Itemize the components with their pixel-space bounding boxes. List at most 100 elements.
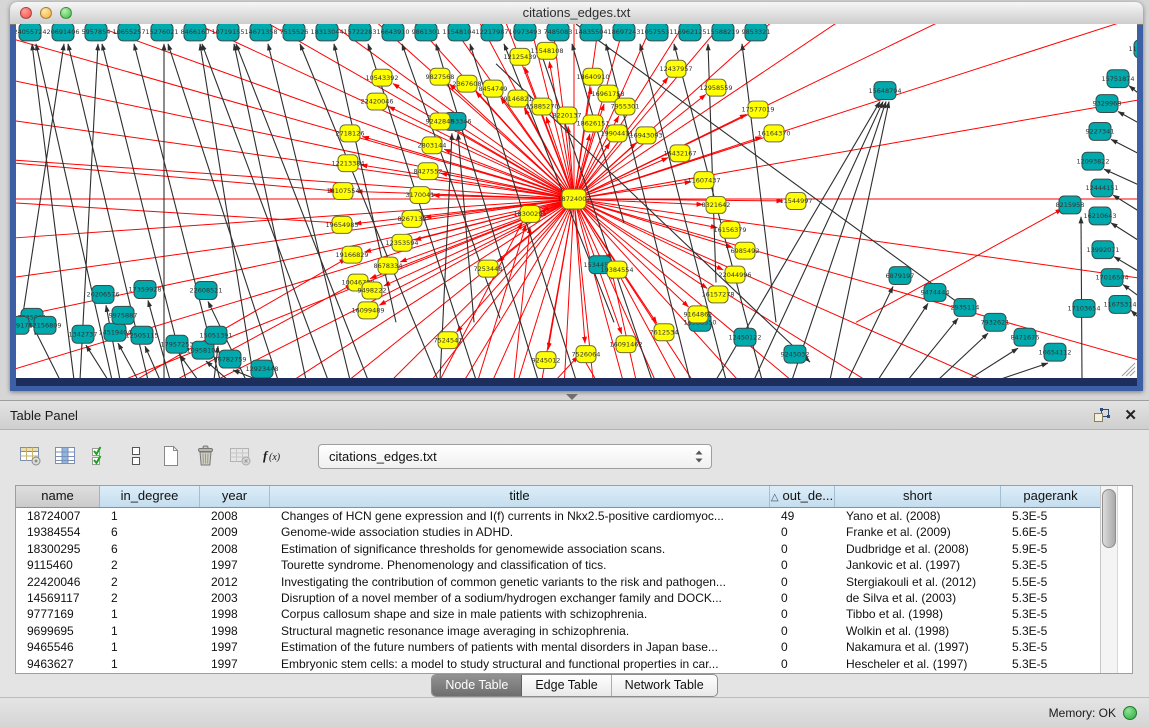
graph-node[interactable]: 11544997 — [779, 193, 812, 210]
graph-node[interactable]: 12353594 — [385, 234, 418, 251]
graph-node[interactable]: 18724007 — [557, 189, 590, 209]
import-table-button-disabled[interactable] — [226, 442, 256, 470]
tab-network-table[interactable]: Network Table — [612, 675, 717, 696]
graph-node[interactable]: 9853321 — [742, 24, 771, 41]
table-settings-button[interactable] — [16, 442, 46, 470]
graph-node[interactable]: 16156379 — [713, 221, 746, 238]
graph-node[interactable]: 8471676 — [1011, 328, 1040, 346]
graph-node[interactable]: 15588219 — [706, 24, 739, 41]
graph-node[interactable]: 18697243 — [607, 24, 640, 41]
graph-node[interactable]: 15722283 — [343, 24, 376, 41]
float-panel-icon[interactable] — [1093, 408, 1110, 423]
graph-node[interactable]: 15648794 — [868, 82, 901, 100]
graph-node[interactable]: 16099489 — [351, 302, 384, 319]
graph-node[interactable]: 5957854 — [82, 24, 111, 41]
graph-node[interactable]: 16164370 — [757, 125, 790, 142]
graph-node[interactable]: 12450122 — [728, 328, 761, 346]
show-columns-button[interactable] — [51, 442, 81, 470]
graph-node[interactable]: 7515526 — [280, 24, 309, 41]
column-header-title[interactable]: title — [270, 486, 770, 507]
network-window-titlebar[interactable]: citations_edges.txt — [10, 2, 1143, 25]
table-row[interactable]: 1830029562008Estimation of significance … — [16, 541, 1101, 557]
graph-node[interactable]: 9245012 — [532, 352, 561, 369]
graph-node[interactable]: 9975887 — [109, 306, 138, 324]
scrollbar-thumb[interactable] — [1102, 489, 1116, 548]
graph-node[interactable]: 9827568 — [426, 68, 455, 85]
graph-node[interactable]: 14671358 — [244, 24, 277, 41]
graph-node[interactable]: 10719155 — [211, 24, 244, 41]
graph-node[interactable]: 24055724 — [16, 24, 47, 41]
graph-node[interactable]: 18640910 — [576, 68, 609, 85]
close-panel-icon[interactable]: ✕ — [1124, 401, 1137, 430]
table-row[interactable]: 1872400712008Changes of HCN gene express… — [16, 508, 1101, 524]
graph-node[interactable]: 17103654 — [1067, 299, 1100, 317]
graph-node[interactable]: 9474444 — [921, 284, 950, 302]
graph-node[interactable]: 9861301 — [412, 24, 441, 41]
graph-node[interactable]: 13992071 — [1086, 241, 1119, 259]
graph-node[interactable]: 18107554 — [326, 183, 359, 200]
graph-node[interactable]: 12437957 — [659, 60, 692, 77]
graph-node[interactable]: 2935114 — [951, 298, 980, 316]
table-row[interactable]: 946362711997Embryonic stem cells: a mode… — [16, 656, 1101, 672]
new-table-button[interactable] — [156, 442, 186, 470]
graph-node[interactable]: 15751874 — [1101, 70, 1134, 88]
graph-node[interactable]: 20691406 — [46, 24, 79, 41]
column-header-name[interactable]: name — [16, 486, 100, 507]
memory-status-indicator[interactable] — [1123, 706, 1137, 720]
graph-node[interactable]: 7526064 — [572, 346, 601, 363]
table-row[interactable]: 969969511998Structural magnetic resonanc… — [16, 623, 1101, 639]
table-selector-dropdown[interactable]: citations_edges.txt — [318, 444, 712, 469]
table-row[interactable]: 2242004622012Investigating the contribut… — [16, 574, 1101, 590]
column-header-year[interactable]: year — [200, 486, 270, 507]
graph-node[interactable]: 2367608 — [453, 75, 482, 92]
graph-node[interactable]: 11173401 — [1128, 40, 1137, 58]
graph-node[interactable]: 16432167 — [663, 145, 696, 162]
graph-node[interactable]: 10654112 — [1038, 343, 1071, 361]
table-vertical-scrollbar[interactable] — [1100, 486, 1117, 673]
graph-node[interactable]: 12217987 — [475, 24, 508, 41]
graph-node[interactable]: 9227341 — [1086, 122, 1115, 140]
graph-node[interactable]: 17016504 — [1095, 269, 1128, 287]
table-row[interactable]: 1456911722003Disruption of a novel membe… — [16, 590, 1101, 606]
graph-node[interactable]: 7485083 — [544, 24, 573, 41]
tab-node-table[interactable]: Node Table — [432, 675, 522, 696]
column-header-out_de[interactable]: △out_de... — [770, 486, 835, 507]
graph-node[interactable]: 18313044 — [310, 24, 343, 41]
delete-table-button[interactable] — [191, 442, 221, 470]
graph-node[interactable]: 17359928 — [128, 281, 161, 299]
graph-node[interactable]: 2718126 — [336, 125, 365, 142]
table-row[interactable]: 946554611997Estimation of the future num… — [16, 639, 1101, 655]
graph-node[interactable]: 10655257 — [112, 24, 145, 41]
graph-node[interactable]: 8678334 — [374, 257, 403, 274]
graph-node[interactable]: 7932621 — [981, 313, 1010, 331]
graph-node[interactable]: 19654985 — [325, 216, 358, 233]
resize-grip[interactable] — [1122, 363, 1135, 376]
graph-node[interactable]: 16962125 — [673, 24, 706, 41]
graph-node[interactable]: 6879197 — [886, 267, 915, 285]
column-header-in_degree[interactable]: in_degree — [100, 486, 200, 507]
graph-node[interactable]: 1342737 — [69, 325, 98, 343]
graph-node[interactable]: 16157278 — [701, 286, 734, 303]
graph-node[interactable]: 8466160 — [181, 24, 210, 41]
graph-node[interactable]: 12093822 — [1076, 152, 1109, 170]
graph-node[interactable]: 22608521 — [189, 282, 222, 300]
row-height-button[interactable] — [121, 442, 151, 470]
network-canvas[interactable]: 2405572420691406595785410655257152760218… — [16, 24, 1137, 378]
function-builder-button[interactable]: f (x) — [261, 442, 291, 470]
graph-node[interactable]: 9245032 — [781, 345, 810, 363]
graph-node[interactable]: 9329968 — [1093, 95, 1122, 113]
table-row[interactable]: 911546021997Tourette syndrome. Phenomeno… — [16, 557, 1101, 573]
graph-node[interactable]: 12444151 — [1085, 179, 1118, 197]
table-row[interactable]: 1938455462009Genome-wide association stu… — [16, 524, 1101, 540]
graph-node[interactable]: 10973493 — [508, 24, 541, 41]
graph-node[interactable]: 8215958 — [1056, 196, 1085, 214]
graph-node[interactable]: 15276021 — [145, 24, 178, 41]
column-header-short[interactable]: short — [835, 486, 1001, 507]
table-row[interactable]: 977716911998Corpus callosum shape and si… — [16, 606, 1101, 622]
tab-edge-table[interactable]: Edge Table — [522, 675, 611, 696]
column-header-pagerank[interactable]: pagerank — [1001, 486, 1101, 507]
select-columns-button[interactable] — [86, 442, 116, 470]
graph-node[interactable]: 16210643 — [1083, 207, 1116, 225]
graph-node[interactable]: 11548104 — [442, 24, 475, 41]
graph-node[interactable]: 16943093 — [629, 127, 662, 144]
